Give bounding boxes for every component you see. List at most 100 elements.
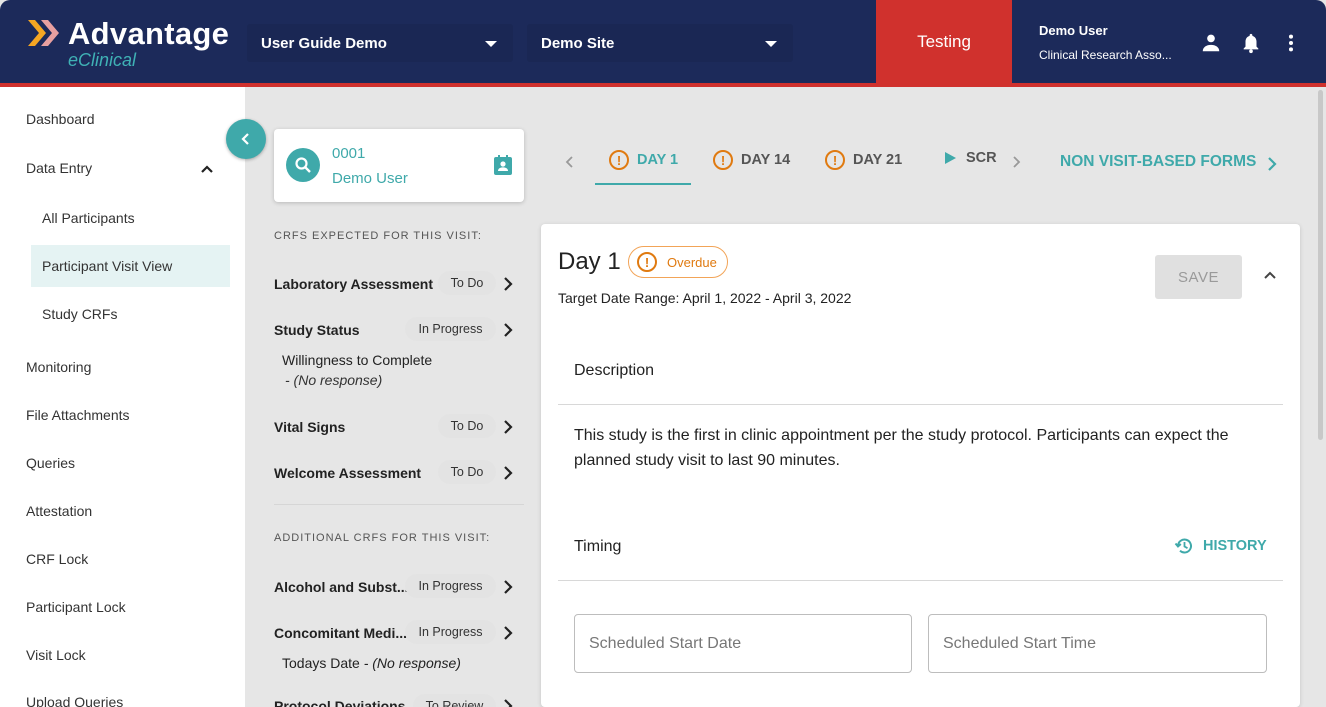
scheduled-start-date-field[interactable]: Scheduled Start Date [574,614,912,673]
sidebar: Dashboard Data Entry All Participants Pa… [0,87,245,707]
crf-name[interactable]: Concomitant Medi... [274,625,407,641]
sidebar-item-visit-lock[interactable]: Visit Lock [26,647,86,663]
history-icon [1174,538,1192,554]
save-button[interactable]: SAVE [1155,255,1242,299]
site-select[interactable]: Demo Site [527,24,793,62]
warning-icon: ! [713,150,733,170]
crf-name[interactable]: Protocol Deviations [274,698,405,707]
crf-name[interactable]: Welcome Assessment [274,465,421,481]
bell-icon[interactable] [1240,32,1262,54]
sidebar-item-participant-lock[interactable]: Participant Lock [26,599,126,615]
chevron-right-icon[interactable] [503,699,513,707]
tab-day-14[interactable]: ! DAY 14 [713,150,790,170]
chevron-left-icon [241,133,249,145]
participant-id: 0001 [332,145,366,162]
non-visit-forms-link[interactable]: NON VISIT-BASED FORMS [1060,153,1256,171]
participant-search-button[interactable] [286,148,320,182]
crf-status-badge: To Review [413,694,496,707]
tab-day-21[interactable]: ! DAY 21 [825,150,902,170]
participant-name: Demo User [332,170,408,187]
search-icon [295,157,311,173]
tab-label: SCR [966,150,997,166]
environment-badge: Testing [876,0,1012,83]
study-select-value: User Guide Demo [261,34,387,52]
more-vert-icon[interactable] [1280,32,1302,54]
description-heading: Description [574,362,655,379]
section-divider [558,580,1283,581]
sidebar-item-crf-lock[interactable]: CRF Lock [26,551,88,567]
sidebar-item-study-crfs[interactable]: Study CRFs [42,306,117,322]
warning-icon: ! [825,150,845,170]
active-tab-indicator [595,183,691,185]
scheduled-start-time-field[interactable]: Scheduled Start Time [928,614,1267,673]
visit-title: Day 1 [558,248,621,275]
crf-status-badge: In Progress [405,620,496,644]
chevron-right-icon[interactable] [503,323,513,337]
logo-subtitle: eClinical [68,50,137,70]
chevron-up-icon[interactable] [200,164,214,174]
non-visit-forms-label: NON VISIT-BASED FORMS [1060,153,1257,170]
additional-crfs-label: ADDITIONAL CRFS FOR THIS VISIT: [274,532,491,544]
crf-name[interactable]: Laboratory Assessment [274,276,433,292]
contact-card-icon[interactable] [494,155,512,175]
user-role: Clinical Research Asso... [1039,48,1172,62]
site-select-value: Demo Site [541,34,615,52]
sidebar-item-upload-queries[interactable]: Upload Queries [26,694,123,707]
person-icon[interactable] [1200,32,1222,54]
chevron-up-icon[interactable] [1263,270,1277,280]
crf-name[interactable]: Vital Signs [274,419,345,435]
expected-crfs-label: CRFS EXPECTED FOR THIS VISIT: [274,230,482,242]
crf-field-label: Willingness to Complete [282,352,433,368]
participant-card[interactable]: 0001 Demo User [274,129,524,202]
crf-name[interactable]: Study Status [274,322,360,338]
sidebar-item-attestation[interactable]: Attestation [26,503,92,519]
chevron-right-icon[interactable] [503,466,513,480]
tab-label: DAY 14 [741,152,791,168]
tab-scr[interactable]: SCR [944,150,997,166]
overdue-badge: ! Overdue [628,246,728,278]
crf-status-badge: In Progress [405,317,496,341]
target-date-range: Target Date Range: April 1, 2022 - April… [558,290,852,306]
crf-field-value: - (No response) [363,655,461,671]
sidebar-item-monitoring[interactable]: Monitoring [26,359,91,375]
sidebar-item-queries[interactable]: Queries [26,455,75,471]
history-label: HISTORY [1203,538,1267,554]
overdue-label: Overdue [667,254,717,270]
tab-label: DAY 1 [637,152,679,168]
chevron-down-icon [485,41,497,47]
chevron-right-icon[interactable] [503,277,513,291]
crf-list-divider [274,504,524,505]
crf-status-badge: In Progress [405,574,496,598]
sidebar-item-file-attachments[interactable]: File Attachments [26,407,130,423]
tabs-scroll-left-icon[interactable] [565,155,575,169]
sidebar-item-all-participants[interactable]: All Participants [42,210,135,226]
chevron-right-icon[interactable] [503,626,513,640]
tabs-scroll-right-icon[interactable] [1011,155,1021,169]
chevron-right-icon[interactable] [503,420,513,434]
chevron-down-icon [765,41,777,47]
crf-field-value: - (No response) [285,372,383,388]
play-icon [945,152,956,164]
chevron-right-icon[interactable] [503,580,513,594]
warning-icon: ! [637,252,657,272]
crf-field-label-text: Todays Date [282,655,360,671]
page-scrollbar[interactable] [1318,90,1323,440]
visit-description: This study is the first in clinic appoin… [574,427,1229,469]
study-select[interactable]: User Guide Demo [247,24,513,62]
user-name: Demo User [1039,23,1108,38]
crf-field-label: Todays Date - (No response) [282,655,461,671]
sidebar-item-data-entry[interactable]: Data Entry [26,160,92,176]
sidebar-item-participant-visit-view[interactable]: Participant Visit View [42,258,172,274]
app-header: Advantage eClinical User Guide Demo Demo… [0,0,1326,83]
tab-day-1[interactable]: ! DAY 1 [609,150,678,170]
sidebar-collapse-button[interactable] [226,119,266,159]
warning-icon: ! [609,150,629,170]
crf-name[interactable]: Alcohol and Subst... [274,579,409,595]
sidebar-item-dashboard[interactable]: Dashboard [26,111,95,127]
tab-label: DAY 21 [853,152,903,168]
chevron-right-icon[interactable] [1267,157,1277,171]
history-button[interactable]: HISTORY [1174,536,1267,556]
crf-status-badge: To Do [438,414,496,438]
logo-title: Advantage [68,16,230,51]
crf-status-badge: To Do [438,271,496,295]
